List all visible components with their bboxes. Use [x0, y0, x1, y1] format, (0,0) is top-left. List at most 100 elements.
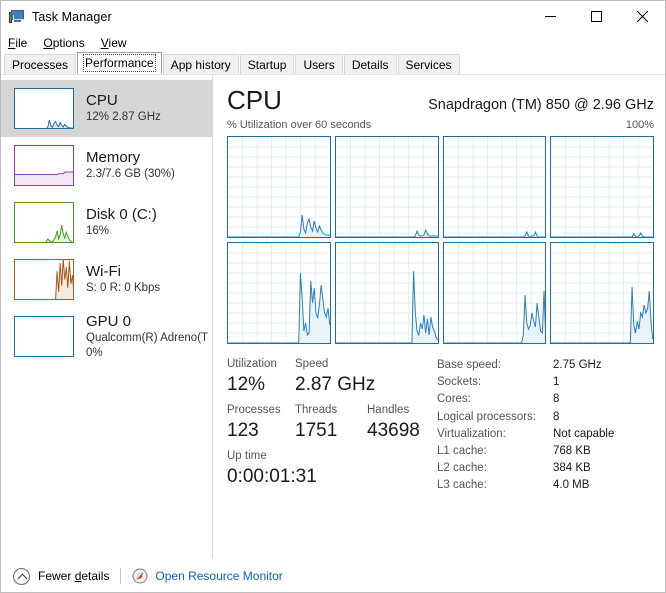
disk-sparkline-icon — [14, 202, 74, 243]
stat-utilization: Utilization 12% — [227, 357, 295, 398]
sidebar-item-gpu-0-detail: Qualcomm(R) Adreno(T — [86, 332, 209, 344]
fewer-details-button[interactable]: Fewer details — [13, 567, 110, 585]
spec-row: Base speed: 2.75 GHz — [437, 357, 654, 374]
sidebar-item-wifi[interactable]: Wi-Fi S: 0 R: 0 Kbps — [1, 251, 212, 308]
logical-processor-graph[interactable] — [442, 242, 547, 344]
resource-sidebar[interactable]: CPU 12% 2.87 GHz Memory 2.3/7.6 GB (30%)… — [1, 75, 213, 559]
tab-services[interactable]: Services — [397, 54, 460, 74]
spec-logical-processors-label: Logical processors: — [437, 410, 537, 423]
tab-performance[interactable]: Performance — [77, 52, 162, 74]
logical-processor-graph[interactable] — [227, 242, 331, 344]
spec-base-speed-label: Base speed: — [437, 359, 501, 371]
spec-l3-cache-label: L3 cache: — [437, 479, 487, 492]
fewer-details-label: Fewer details — [38, 569, 110, 583]
task-manager-icon — [9, 9, 25, 25]
sidebar-item-gpu-0[interactable]: GPU 0 Qualcomm(R) Adreno(T 0% — [1, 308, 212, 365]
page-title: CPU — [227, 85, 282, 115]
sidebar-item-cpu-title: CPU — [86, 92, 118, 109]
tab-processes-label: Processes — [12, 57, 69, 72]
graph-caption: % Utilization over 60 seconds — [227, 119, 372, 131]
stat-uptime-value: 0:00:01:31 — [227, 466, 317, 487]
memory-sparkline-icon — [14, 145, 74, 186]
logical-processor-graph[interactable] — [550, 242, 654, 344]
menu-view-rest: iew — [108, 35, 127, 50]
open-resource-monitor-link[interactable]: Open Resource Monitor — [132, 568, 283, 584]
spec-row: L3 cache: 4.0 MB — [437, 477, 654, 494]
spec-row: L2 cache: 384 KB — [437, 460, 654, 477]
logical-processors-graph-grid[interactable] — [227, 136, 654, 344]
stat-uptime-label: Up time — [227, 450, 267, 462]
graph-max-label: 100% — [625, 119, 654, 131]
status-separator — [120, 568, 122, 584]
spec-base-speed-value: 2.75 GHz — [553, 359, 602, 371]
logical-processor-graph[interactable] — [550, 136, 654, 238]
sidebar-item-wifi-title: Wi-Fi — [86, 263, 121, 280]
tab-users-label: Users — [303, 57, 335, 72]
logical-processor-graph[interactable] — [334, 136, 439, 238]
sidebar-item-gpu-0-detail2: 0% — [86, 347, 103, 359]
menu-options[interactable]: Options — [43, 36, 84, 50]
gpu-sparkline-icon — [14, 316, 74, 357]
spec-row: Logical processors: 8 — [437, 409, 654, 426]
sidebar-item-memory-title: Memory — [86, 149, 141, 166]
minimize-button[interactable] — [527, 1, 573, 32]
sidebar-item-memory[interactable]: Memory 2.3/7.6 GB (30%) — [1, 137, 212, 194]
chevron-up-icon — [13, 567, 30, 585]
cpu-stats-left: Utilization 12% Speed 2.87 GHz Processes… — [227, 357, 433, 495]
sidebar-item-cpu[interactable]: CPU 12% 2.87 GHz — [1, 80, 212, 137]
sidebar-item-disk-0-title: Disk 0 (C:) — [86, 206, 157, 223]
spec-logical-processors-value: 8 — [553, 410, 560, 423]
stat-processes: Processes 123 — [227, 403, 295, 444]
menu-options-rest: ptions — [52, 35, 85, 50]
sidebar-item-gpu-0-title: GPU 0 — [86, 313, 132, 330]
logical-processor-graph[interactable] — [334, 242, 439, 344]
tab-details-label: Details — [351, 57, 389, 72]
title-bar: Task Manager — [1, 1, 665, 32]
menu-file[interactable]: File — [8, 36, 27, 50]
sidebar-item-wifi-detail: S: 0 R: 0 Kbps — [86, 282, 161, 294]
spec-cores-value: 8 — [553, 393, 560, 406]
window-controls — [527, 1, 665, 32]
stat-uptime: Up time 0:00:01:31 — [227, 449, 317, 490]
stat-threads-value: 1751 — [295, 420, 338, 441]
sidebar-item-disk-0[interactable]: Disk 0 (C:) 16% — [1, 194, 212, 251]
task-manager-window: Task Manager File Options View Processes… — [0, 0, 666, 593]
spec-l1-cache-label: L1 cache: — [437, 445, 487, 458]
sidebar-item-cpu-detail: 12% 2.87 GHz — [86, 111, 161, 123]
spec-l2-cache-value: 384 KB — [553, 462, 591, 475]
tab-app-history[interactable]: App history — [162, 54, 239, 74]
logical-processor-graph[interactable] — [227, 136, 331, 238]
spec-virtualization-value: Not capable — [553, 427, 615, 440]
stats-row-2: Processes 123 Threads 1751 Handles 43698 — [227, 403, 433, 444]
stat-speed-value: 2.87 GHz — [295, 374, 376, 395]
stat-threads-label: Threads — [295, 404, 338, 416]
cpu-sparkline-icon — [14, 88, 74, 129]
tab-processes[interactable]: Processes — [4, 54, 77, 74]
stat-handles: Handles 43698 — [367, 403, 433, 444]
close-button[interactable] — [619, 1, 665, 32]
spec-l1-cache-value: 768 KB — [553, 445, 591, 458]
logical-processor-graph[interactable] — [442, 136, 547, 238]
spec-row: Virtualization: Not capable — [437, 426, 654, 443]
stats-row-1: Utilization 12% Speed 2.87 GHz — [227, 357, 433, 398]
stats-row-3: Up time 0:00:01:31 — [227, 449, 433, 490]
spec-sockets-label: Sockets: — [437, 376, 482, 389]
stat-utilization-value: 12% — [227, 374, 266, 395]
stat-threads: Threads 1751 — [295, 403, 367, 444]
tab-app-history-label: App history — [170, 57, 231, 72]
stat-utilization-label: Utilization — [227, 358, 277, 370]
tab-users[interactable]: Users — [295, 54, 343, 74]
tab-startup[interactable]: Startup — [239, 54, 295, 74]
tab-services-label: Services — [405, 57, 452, 72]
wifi-sparkline-icon — [14, 259, 74, 300]
maximize-button[interactable] — [573, 1, 619, 32]
menu-view[interactable]: View — [101, 36, 127, 50]
menu-bar: File Options View — [1, 32, 665, 53]
stat-handles-value: 43698 — [367, 420, 420, 441]
cpu-header: CPU Snapdragon (TM) 850 @ 2.96 GHz — [227, 86, 654, 114]
tab-details[interactable]: Details — [343, 54, 397, 74]
tab-performance-label: Performance — [83, 54, 156, 72]
window-body: CPU 12% 2.87 GHz Memory 2.3/7.6 GB (30%)… — [1, 75, 665, 559]
graph-axis-labels: % Utilization over 60 seconds 100% — [227, 119, 654, 131]
cpu-spec-list: Base speed: 2.75 GHz Sockets: 1 Cores: 8… — [433, 357, 654, 495]
